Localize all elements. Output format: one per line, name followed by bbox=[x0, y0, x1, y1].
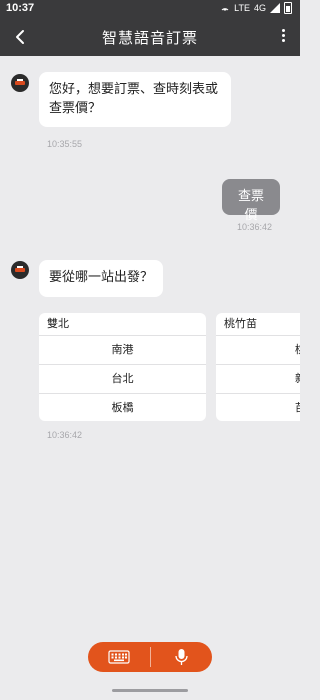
user-message: 查票價 bbox=[222, 179, 280, 223]
more-vert-icon bbox=[281, 29, 285, 32]
hotspot-icon bbox=[221, 8, 229, 11]
bot-message-text: 要從哪一站出發？ bbox=[49, 270, 154, 285]
signal-icon bbox=[270, 3, 280, 13]
network-label: 4G bbox=[253, 3, 266, 13]
station-card-header: 雙北 bbox=[39, 313, 206, 336]
station-option[interactable]: 苗 bbox=[216, 394, 300, 421]
status-time: 10:37 bbox=[6, 2, 35, 14]
station-option-label: 桃 bbox=[295, 343, 300, 356]
microphone-button[interactable] bbox=[151, 642, 212, 672]
avatar-logo bbox=[15, 81, 25, 85]
page-title: 智慧語音訂票 bbox=[101, 29, 198, 47]
volte-label: LTE bbox=[234, 3, 250, 13]
bot-message-question: 要從哪一站出發？ bbox=[39, 260, 163, 297]
station-option-label: 新 bbox=[295, 372, 300, 385]
status-icons: LTE 4G bbox=[220, 2, 292, 14]
user-message-text: 查票價 bbox=[237, 189, 264, 223]
station-card-taozhumiao: 桃竹苗 桃 新 苗 bbox=[216, 313, 300, 421]
bot-avatar bbox=[11, 261, 29, 279]
station-option[interactable]: 南港 bbox=[39, 336, 206, 365]
bot-message-line: 您好，想要訂票、查時刻表或 bbox=[49, 82, 219, 97]
chevron-left-icon bbox=[16, 30, 24, 44]
home-indicator[interactable] bbox=[112, 689, 188, 692]
voice-input-bar bbox=[88, 642, 212, 672]
station-option-label: 苗 bbox=[295, 401, 300, 414]
keyboard-button[interactable] bbox=[88, 642, 150, 672]
message-timestamp: 10:36:42 bbox=[47, 430, 83, 440]
app-bar: 智慧語音訂票 bbox=[0, 18, 300, 56]
message-timestamp: 10:35:55 bbox=[47, 139, 83, 149]
station-card-header: 桃竹苗 bbox=[216, 313, 300, 336]
keyboard-icon bbox=[108, 650, 130, 664]
status-bar: 10:37 LTE 4G bbox=[0, 0, 300, 18]
station-option[interactable]: 台北 bbox=[39, 365, 206, 394]
station-option[interactable]: 桃 bbox=[216, 336, 300, 365]
battery-icon bbox=[284, 2, 292, 14]
more-vert-dot bbox=[281, 39, 285, 42]
message-timestamp: 10:36:42 bbox=[237, 222, 273, 232]
more-vert-dot bbox=[281, 34, 285, 37]
back-button[interactable] bbox=[10, 26, 32, 48]
avatar-logo bbox=[15, 268, 25, 272]
bot-message-greeting: 您好，想要訂票、查時刻表或 查票價？ bbox=[39, 72, 231, 127]
bot-avatar bbox=[11, 74, 29, 92]
station-option[interactable]: 板橋 bbox=[39, 394, 206, 421]
station-option[interactable]: 新 bbox=[216, 365, 300, 394]
more-options-button[interactable] bbox=[278, 27, 288, 47]
bot-message-line: 查票價？ bbox=[49, 101, 102, 116]
station-card-shuangbei: 雙北 南港 台北 板橋 bbox=[39, 313, 206, 421]
microphone-icon bbox=[175, 649, 188, 665]
